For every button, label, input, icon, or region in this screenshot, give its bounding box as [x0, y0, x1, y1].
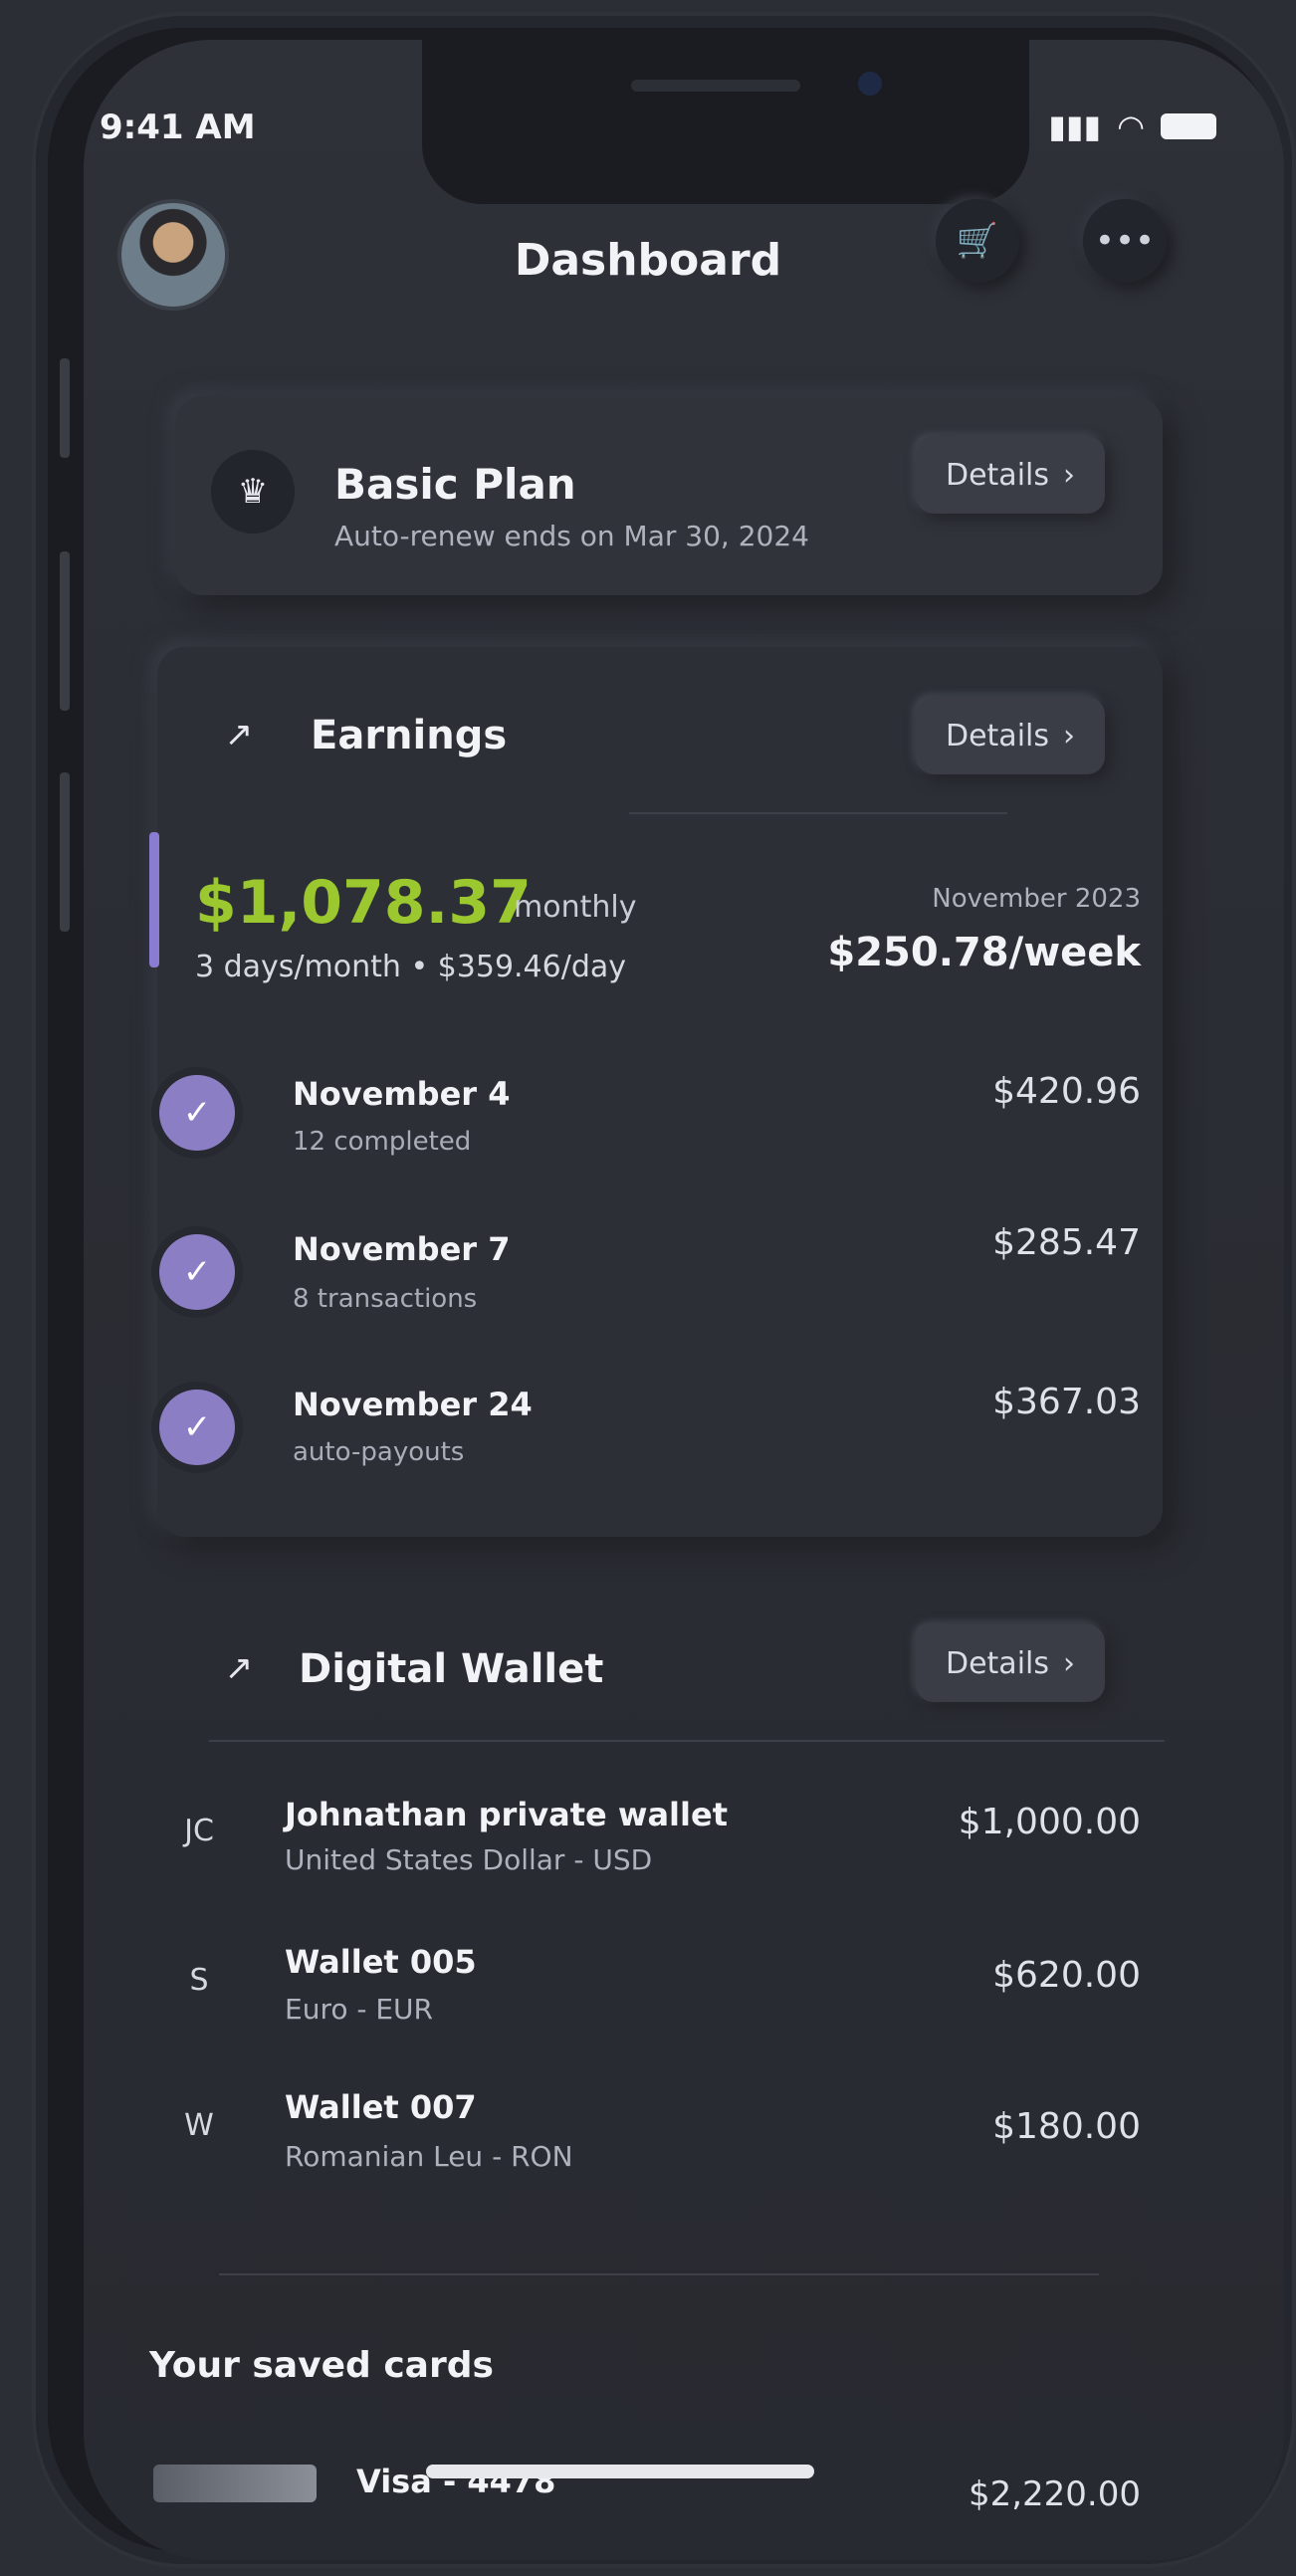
earning-date: November 4	[293, 1075, 511, 1113]
wallet-name[interactable]: Wallet 007	[285, 2088, 477, 2126]
details-label: Details	[945, 457, 1049, 493]
chevron-right-icon: ›	[1063, 457, 1075, 493]
wallet-avatar: S	[189, 1963, 209, 1998]
volume-up-button	[60, 551, 70, 711]
chevron-right-icon: ›	[1063, 718, 1075, 753]
earnings-details-button[interactable]: Details ›	[916, 697, 1105, 774]
camera	[858, 72, 882, 96]
plan-details-button[interactable]: Details ›	[916, 436, 1105, 514]
earning-date: November 24	[293, 1386, 533, 1423]
trend-icon: ↗	[224, 715, 254, 754]
earnings-title: Earnings	[311, 713, 508, 758]
earning-value: $420.96	[992, 1071, 1141, 1112]
battery-icon	[1161, 113, 1216, 139]
plan-name: Basic Plan	[334, 460, 576, 509]
saved-card-value: $2,220.00	[968, 2474, 1141, 2514]
wallet-name[interactable]: Wallet 005	[285, 1943, 477, 1981]
section-divider	[219, 2273, 1099, 2275]
earnings-weekly: $250.78/week	[827, 930, 1141, 975]
status-icons: ▮▮▮ ◠	[1048, 107, 1216, 145]
earning-note: 8 transactions	[293, 1284, 478, 1314]
plan-renewal: Auto-renew ends on Mar 30, 2024	[334, 520, 809, 552]
card-thumbnail	[153, 2465, 317, 2502]
wallet-currency: Euro - EUR	[285, 1993, 434, 2026]
speaker	[631, 80, 800, 92]
wallet-currency: Romanian Leu - RON	[285, 2140, 573, 2173]
crown-icon: ♛	[211, 450, 295, 534]
wallet-currency: United States Dollar - USD	[285, 1843, 653, 1876]
wallet-balance: $180.00	[992, 2106, 1141, 2147]
earning-value: $285.47	[992, 1222, 1141, 1263]
more-button[interactable]: •••	[1083, 199, 1167, 283]
wallet-divider	[209, 1740, 1165, 1742]
wallet-name[interactable]: Johnathan private wallet	[285, 1796, 728, 1833]
more-icon: •••	[1094, 221, 1156, 261]
wallet-details-button[interactable]: Details ›	[916, 1624, 1105, 1702]
earnings-average: 3 days/month • $359.46/day	[195, 950, 627, 984]
wallet-balance: $620.00	[992, 1955, 1141, 1996]
wallet-trend-icon: ↗	[224, 1648, 254, 1688]
details-label: Details	[945, 1645, 1049, 1681]
earnings-amount: $1,078.37	[195, 868, 532, 938]
check-icon: ✓	[159, 1390, 235, 1465]
earning-value: $367.03	[992, 1382, 1141, 1422]
earnings-accent-bar	[149, 832, 159, 967]
home-indicator[interactable]	[426, 2465, 814, 2478]
status-time: 9:41 AM	[100, 107, 256, 147]
details-label: Details	[945, 718, 1049, 753]
cart-icon: 🛒	[956, 221, 999, 261]
saved-cards-title: Your saved cards	[149, 2345, 494, 2386]
wifi-icon: ◠	[1117, 107, 1145, 145]
check-icon: ✓	[159, 1234, 235, 1310]
earnings-amount-suffix: monthly	[514, 890, 637, 925]
volume-down-button	[60, 772, 70, 932]
notch	[422, 40, 1029, 204]
wallet-title: Digital Wallet	[299, 1646, 604, 1692]
earnings-divider	[629, 812, 1007, 814]
earning-date: November 7	[293, 1230, 511, 1268]
earning-note: auto-payouts	[293, 1437, 465, 1467]
wallet-balance: $1,000.00	[958, 1802, 1141, 1842]
earnings-period: November 2023	[932, 884, 1141, 914]
cart-button[interactable]: 🛒	[936, 199, 1019, 283]
earning-note: 12 completed	[293, 1127, 472, 1157]
mute-switch	[60, 358, 70, 458]
wallet-avatar: W	[184, 2108, 214, 2143]
wallet-avatar: JC	[184, 1814, 214, 1848]
chevron-right-icon: ›	[1063, 1645, 1075, 1681]
check-icon: ✓	[159, 1075, 235, 1151]
signal-icon: ▮▮▮	[1048, 107, 1102, 145]
